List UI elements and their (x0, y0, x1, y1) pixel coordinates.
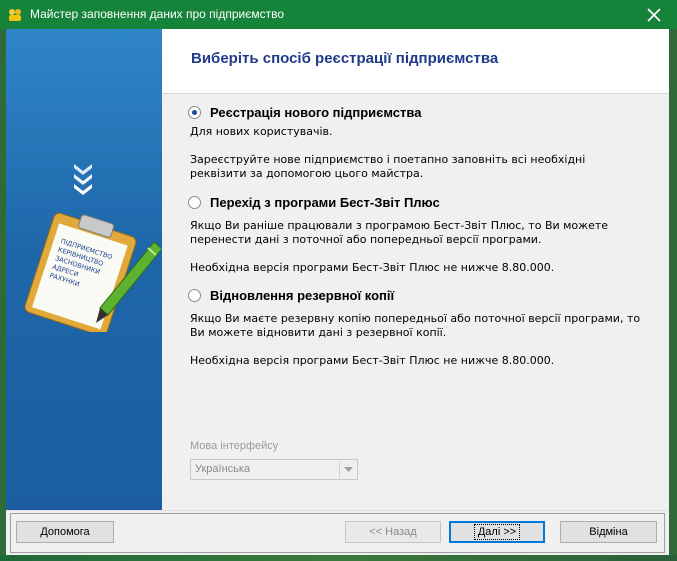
option-description: Для нових користувачів. Зареєструйте нов… (190, 125, 586, 180)
clipboard-illustration: ПІДПРИЄМСТВО КЕРІВНИЦТВО ЗАСНОВНИКИ АДРЕ… (16, 207, 162, 337)
close-button[interactable] (631, 0, 677, 29)
option-label: Відновлення резервної копії (210, 288, 395, 303)
back-button[interactable]: << Назад (345, 521, 441, 543)
language-value: Українська (195, 463, 251, 475)
next-button[interactable]: Далі >> (449, 521, 545, 543)
wizard-header: Виберіть спосіб реєстрації підприємства (162, 29, 669, 94)
next-button-label: Далі >> (473, 524, 521, 540)
radio-restore-backup[interactable] (188, 289, 201, 302)
radio-migrate[interactable] (188, 196, 201, 209)
option-new-enterprise[interactable]: Реєстрація нового підприємства (188, 105, 421, 120)
side-banner: ПІДПРИЄМСТВО КЕРІВНИЦТВО ЗАСНОВНИКИ АДРЕ… (6, 29, 162, 510)
option-migrate[interactable]: Перехід з програми Бест-Звіт Плюс (188, 195, 440, 210)
chevron-down-icon (343, 466, 353, 472)
option-label: Реєстрація нового підприємства (210, 105, 422, 120)
option-label: Перехід з програми Бест-Звіт Плюс (210, 195, 440, 210)
button-bar: Допомога << Назад Далі >> Відміна (6, 510, 669, 556)
radio-new-enterprise[interactable] (188, 106, 201, 119)
desktop-background (0, 555, 677, 561)
options-panel: Реєстрація нового підприємства Для нових… (162, 94, 669, 510)
language-label: Мова інтерфейсу (190, 440, 279, 452)
wizard-window: ПІДПРИЄМСТВО КЕРІВНИЦТВО ЗАСНОВНИКИ АДРЕ… (6, 29, 669, 556)
chevron-down-icon (72, 162, 94, 202)
option-description: Якщо Ви раніше працювали з програмою Бес… (190, 219, 609, 274)
help-button[interactable]: Допомога (16, 521, 114, 543)
cancel-button[interactable]: Відміна (560, 521, 657, 543)
option-description: Якщо Ви маєте резервну копію попередньої… (190, 312, 641, 367)
close-icon (647, 7, 661, 22)
app-icon (8, 7, 22, 21)
page-title: Виберіть спосіб реєстрації підприємства (191, 50, 499, 67)
dropdown-button[interactable] (339, 461, 356, 478)
title-bar: Майстер заповнення даних про підприємств… (0, 0, 677, 29)
option-restore-backup[interactable]: Відновлення резервної копії (188, 288, 394, 303)
language-select[interactable]: Українська (190, 459, 358, 480)
window-title: Майстер заповнення даних про підприємств… (30, 7, 285, 21)
